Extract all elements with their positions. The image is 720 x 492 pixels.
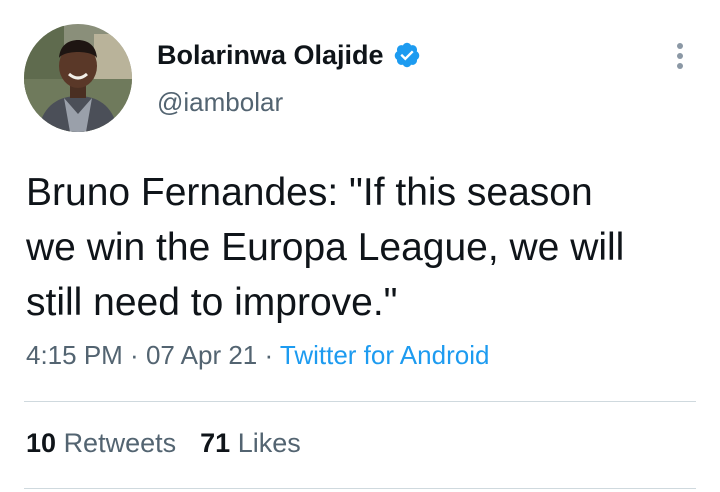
more-options-icon[interactable]: [670, 40, 690, 72]
retweets-label: Retweets: [63, 428, 177, 458]
tweet-text-line: still need to improve.": [26, 281, 398, 324]
display-name[interactable]: Bolarinwa Olajide: [157, 40, 384, 71]
user-handle[interactable]: @iambolar: [157, 87, 283, 118]
verified-badge-icon: [393, 41, 421, 69]
divider: [24, 488, 696, 489]
likes-count: 71: [200, 428, 231, 458]
tweet-time[interactable]: 4:15 PM: [26, 340, 123, 370]
divider: [24, 401, 696, 402]
tweet-date[interactable]: 07 Apr 21: [146, 340, 257, 370]
retweets-count: 10: [26, 428, 57, 458]
meta-separator: ·: [257, 340, 280, 370]
tweet-meta: 4:15 PM · 07 Apr 21 · Twitter for Androi…: [26, 340, 489, 371]
likes-label: Likes: [237, 428, 301, 458]
retweets-stat[interactable]: 10 Retweets: [26, 428, 176, 458]
likes-stat[interactable]: 71 Likes: [200, 428, 301, 458]
tweet-text-line: Bruno Fernandes: "If this season: [26, 171, 593, 214]
tweet-source-link[interactable]: Twitter for Android: [280, 340, 490, 370]
tweet-text: Bruno Fernandes: "If this season we win …: [26, 165, 706, 330]
user-name-row: Bolarinwa Olajide: [157, 38, 421, 72]
meta-separator: ·: [122, 340, 146, 370]
avatar-photo: [24, 24, 132, 132]
tweet-text-line: we win the Europa League, we will: [26, 226, 625, 269]
tweet-stats: 10 Retweets 71 Likes: [26, 428, 325, 459]
avatar[interactable]: [24, 24, 132, 132]
